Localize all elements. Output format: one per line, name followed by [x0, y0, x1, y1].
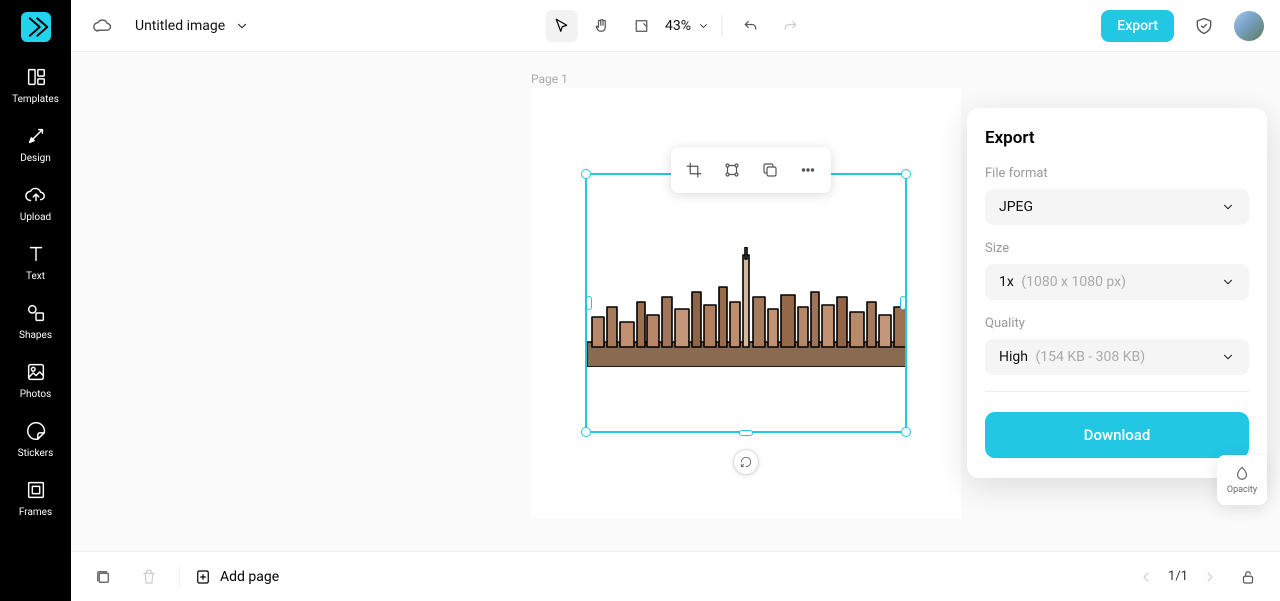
export-button[interactable]: Export	[1101, 10, 1174, 42]
handle-nw[interactable]	[581, 169, 591, 179]
more-icon[interactable]	[791, 153, 825, 187]
separator	[721, 15, 722, 37]
undo-button[interactable]	[734, 10, 766, 42]
prev-page-icon[interactable]	[1138, 569, 1154, 585]
export-panel: Export File format JPEG Size 1x (1080 x …	[967, 108, 1267, 478]
rail-label: Shapes	[19, 330, 52, 341]
crop-tool[interactable]	[625, 10, 657, 42]
chevron-down-icon	[235, 19, 249, 33]
rail-stickers[interactable]: Stickers	[0, 410, 71, 469]
zoom-control[interactable]: 43%	[665, 18, 709, 34]
page-indicator: 1/1	[1168, 569, 1188, 584]
rail-design[interactable]: Design	[0, 115, 71, 174]
chevron-down-icon	[697, 20, 709, 32]
export-title: Export	[985, 128, 1249, 148]
file-format-label: File format	[985, 166, 1249, 181]
canvas-area[interactable]: Page 1	[71, 52, 1280, 551]
bottombar: Add page 1/1	[71, 551, 1280, 601]
hand-tool[interactable]	[585, 10, 617, 42]
divider	[985, 391, 1249, 392]
rail-label: Text	[26, 271, 45, 282]
lock-icon[interactable]	[1232, 561, 1264, 593]
redo-button[interactable]	[774, 10, 806, 42]
duplicate-icon[interactable]	[753, 153, 787, 187]
file-format-select[interactable]: JPEG	[985, 189, 1249, 225]
add-page-label: Add page	[220, 569, 279, 585]
tool-center: 43%	[545, 10, 806, 42]
file-format-value: JPEG	[999, 199, 1033, 215]
rail-shapes[interactable]: Shapes	[0, 292, 71, 351]
rail-label: Frames	[19, 507, 52, 518]
rail-label: Photos	[20, 389, 52, 400]
chevron-down-icon	[1221, 350, 1235, 364]
rail-label: Design	[20, 153, 51, 164]
select-tool[interactable]	[545, 10, 577, 42]
rail-label: Upload	[20, 212, 51, 223]
quality-prefix: High	[999, 349, 1028, 365]
page-label: Page 1	[531, 72, 568, 86]
quality-value: (154 KB - 308 KB)	[1035, 349, 1145, 365]
quality-label: Quality	[985, 316, 1249, 331]
doc-title[interactable]: Untitled image	[135, 18, 249, 34]
transform-icon[interactable]	[715, 153, 749, 187]
rail-label: Stickers	[18, 448, 54, 459]
doc-title-text: Untitled image	[135, 18, 225, 34]
handle-s[interactable]	[739, 430, 753, 436]
chevron-down-icon	[1221, 200, 1235, 214]
handle-sw[interactable]	[581, 427, 591, 437]
rail-text[interactable]: Text	[0, 233, 71, 292]
cloud-icon[interactable]	[87, 10, 119, 42]
left-rail: Templates Design Upload Text Shapes Phot…	[0, 0, 71, 601]
handle-w[interactable]	[586, 296, 592, 310]
rail-upload[interactable]: Upload	[0, 174, 71, 233]
delete-icon[interactable]	[133, 561, 165, 593]
skyline-image[interactable]	[587, 247, 905, 367]
crop-icon[interactable]	[677, 153, 711, 187]
opacity-label: Opacity	[1227, 485, 1257, 495]
next-page-icon[interactable]	[1202, 569, 1218, 585]
handle-se[interactable]	[901, 427, 911, 437]
separator	[179, 566, 180, 588]
rotate-handle[interactable]	[733, 449, 759, 475]
rail-frames[interactable]: Frames	[0, 469, 71, 528]
shield-icon[interactable]	[1188, 10, 1220, 42]
download-button[interactable]: Download	[985, 412, 1249, 458]
chevron-down-icon	[1221, 275, 1235, 289]
rail-label: Templates	[12, 94, 59, 105]
add-page-button[interactable]: Add page	[194, 568, 279, 586]
size-value: (1080 x 1080 px)	[1021, 274, 1126, 290]
size-label: Size	[985, 241, 1249, 256]
rail-photos[interactable]: Photos	[0, 351, 71, 410]
size-prefix: 1x	[999, 274, 1014, 290]
handle-e[interactable]	[900, 296, 906, 310]
opacity-tool[interactable]: Opacity	[1217, 455, 1267, 505]
selection-frame[interactable]	[585, 173, 907, 433]
quality-select[interactable]: High (154 KB - 308 KB)	[985, 339, 1249, 375]
topbar: Untitled image 43% Export	[71, 0, 1280, 52]
rail-templates[interactable]: Templates	[0, 56, 71, 115]
size-select[interactable]: 1x (1080 x 1080 px)	[985, 264, 1249, 300]
app-logo[interactable]	[21, 12, 51, 42]
selection-toolbar	[671, 147, 831, 193]
layers-icon[interactable]	[87, 561, 119, 593]
avatar[interactable]	[1234, 11, 1264, 41]
handle-ne[interactable]	[901, 169, 911, 179]
zoom-value: 43%	[665, 18, 691, 34]
